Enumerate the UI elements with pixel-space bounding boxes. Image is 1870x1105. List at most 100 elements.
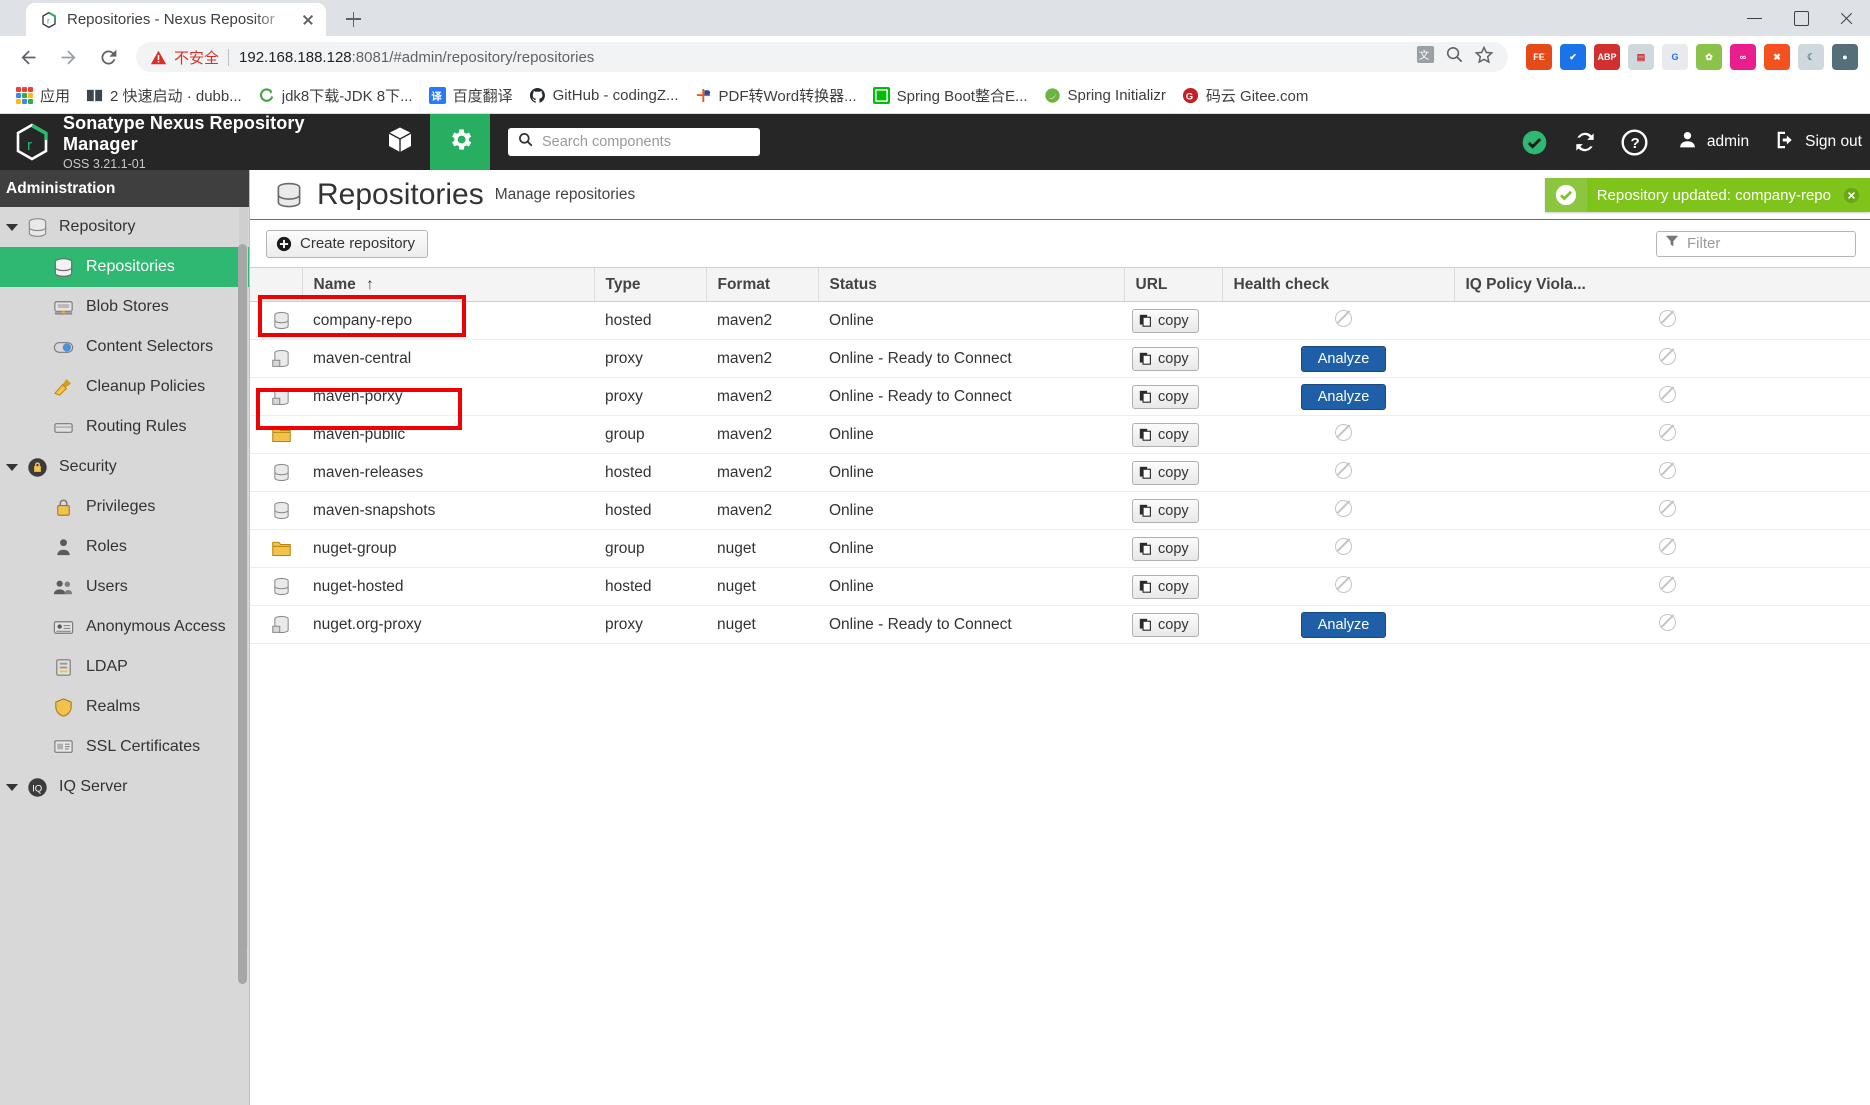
sidebar-item-content-selectors[interactable]: Content Selectors: [0, 327, 249, 367]
bookmark-springboot[interactable]: Spring Boot整合E...: [865, 81, 1036, 110]
copy-url-button[interactable]: copy: [1132, 460, 1199, 485]
repo-name[interactable]: maven-central: [302, 339, 594, 378]
browser-tab[interactable]: r Repositories - Nexus Repositor: [26, 3, 326, 36]
sidebar-group-iq-server[interactable]: IQ IQ Server: [0, 767, 249, 807]
user-menu[interactable]: admin: [1660, 114, 1757, 170]
repo-name[interactable]: maven-public: [302, 415, 594, 454]
colorful-ext-icon[interactable]: ✿: [1696, 44, 1722, 70]
copy-url-button[interactable]: copy: [1132, 498, 1199, 523]
google-translate-ext-icon[interactable]: G: [1662, 44, 1688, 70]
analyze-button[interactable]: Analyze: [1300, 345, 1387, 372]
browse-mode-button[interactable]: [370, 114, 430, 170]
bookmark-jdk8[interactable]: jdk8下载-JDK 8下...: [250, 81, 421, 110]
reload-icon[interactable]: [91, 40, 125, 74]
column-header-format[interactable]: Format: [706, 267, 819, 302]
sidebar-item-ldap[interactable]: LDAP: [0, 647, 249, 687]
sidebar-item-repositories[interactable]: Repositories: [0, 247, 249, 287]
table-row[interactable]: maven-central proxy maven2 Online - Read…: [250, 339, 1870, 378]
chevron-down-icon[interactable]: [6, 223, 18, 231]
table-row[interactable]: nuget-hosted hosted nuget Online copy: [250, 567, 1870, 606]
column-header-url[interactable]: URL: [1124, 267, 1223, 302]
copy-url-button[interactable]: copy: [1132, 422, 1199, 447]
sidebar-item-ssl-certificates[interactable]: SSL Certificates: [0, 727, 249, 767]
moon-ext-icon[interactable]: ☾: [1798, 44, 1824, 70]
sidebar-item-anonymous-access[interactable]: Anonymous Access: [0, 607, 249, 647]
fe-helper-ext-icon[interactable]: FE: [1526, 44, 1552, 70]
profile-avatar-icon[interactable]: ●: [1832, 44, 1858, 70]
close-icon[interactable]: [298, 10, 318, 30]
health-check-icon[interactable]: [1510, 114, 1560, 170]
repo-name[interactable]: nuget-hosted: [302, 567, 594, 606]
bookmark-dubbo[interactable]: 2 快速启动 · dubb...: [78, 81, 250, 110]
copy-url-button[interactable]: copy: [1132, 384, 1199, 409]
sidebar-scrollbar-thumb[interactable]: [238, 244, 247, 984]
filter-input[interactable]: Filter: [1656, 230, 1856, 257]
translate-icon[interactable]: 文: [1416, 45, 1435, 69]
red-ext-icon[interactable]: ▤: [1628, 44, 1654, 70]
sidebar-item-blob-stores[interactable]: Blob Stores: [0, 287, 249, 327]
column-header-status[interactable]: Status: [818, 267, 1125, 302]
repo-name[interactable]: company-repo: [302, 301, 594, 340]
create-repository-button[interactable]: Create repository: [266, 229, 429, 258]
signout-button[interactable]: Sign out: [1757, 114, 1870, 170]
analyze-button[interactable]: Analyze: [1300, 611, 1387, 638]
maximize-icon[interactable]: [1778, 0, 1824, 36]
sidebar-item-users[interactable]: Users: [0, 567, 249, 607]
table-row[interactable]: nuget-group group nuget Online copy: [250, 529, 1870, 568]
bookmark-github[interactable]: GitHub - codingZ...: [521, 83, 687, 108]
copy-url-button[interactable]: copy: [1132, 308, 1199, 333]
repo-name[interactable]: maven-releases: [302, 453, 594, 492]
bookmark-baidu-translate[interactable]: 译 百度翻译: [421, 81, 521, 110]
table-row[interactable]: maven-releases hosted maven2 Online copy: [250, 453, 1870, 492]
minimize-icon[interactable]: [1732, 0, 1778, 36]
copy-url-button[interactable]: copy: [1132, 612, 1199, 637]
close-icon[interactable]: [1843, 178, 1870, 212]
checkmark-ext-icon[interactable]: ✔: [1560, 44, 1586, 70]
sidebar-scrollbar-track[interactable]: [238, 207, 248, 984]
analyze-button[interactable]: Analyze: [1300, 383, 1387, 410]
copy-url-button[interactable]: copy: [1132, 346, 1199, 371]
zoom-icon[interactable]: [1445, 45, 1464, 69]
table-row[interactable]: nuget.org-proxy proxy nuget Online - Rea…: [250, 605, 1870, 644]
admin-mode-button[interactable]: [430, 114, 490, 170]
new-tab-button[interactable]: [338, 4, 368, 34]
bookmark-star-icon[interactable]: [1474, 45, 1494, 70]
column-header-type[interactable]: Type: [594, 267, 707, 302]
repo-name[interactable]: maven-snapshots: [302, 491, 594, 530]
sidebar-group-security[interactable]: Security: [0, 447, 249, 487]
bookmark-apps[interactable]: 应用: [8, 81, 78, 110]
column-header-iq-policy[interactable]: IQ Policy Viola...: [1454, 267, 1870, 302]
table-row[interactable]: maven-public group maven2 Online copy: [250, 415, 1870, 454]
sidebar-item-roles[interactable]: Roles: [0, 527, 249, 567]
sidebar-group-repository[interactable]: Repository: [0, 207, 249, 247]
table-row[interactable]: company-repo hosted maven2 Online copy: [250, 301, 1870, 340]
column-header-health-check[interactable]: Health check: [1222, 267, 1455, 302]
repo-name[interactable]: nuget.org-proxy: [302, 605, 594, 644]
bookmark-spring-initializr[interactable]: Spring Initializr: [1036, 83, 1174, 108]
sidebar-item-cleanup-policies[interactable]: Cleanup Policies: [0, 367, 249, 407]
sidebar-item-privileges[interactable]: Privileges: [0, 487, 249, 527]
abp-ext-icon[interactable]: ABP: [1594, 44, 1620, 70]
bookmark-gitee[interactable]: G 码云 Gitee.com: [1174, 81, 1317, 110]
refresh-icon[interactable]: [1560, 114, 1610, 170]
brand-area[interactable]: r Sonatype Nexus Repository Manager OSS …: [0, 113, 370, 171]
back-icon[interactable]: [11, 40, 45, 74]
repo-name[interactable]: maven-porxy: [302, 377, 594, 416]
table-row[interactable]: maven-porxy proxy maven2 Online - Ready …: [250, 377, 1870, 416]
chevron-down-icon[interactable]: [6, 463, 18, 471]
window-close-icon[interactable]: [1824, 0, 1870, 36]
table-row[interactable]: maven-snapshots hosted maven2 Online cop…: [250, 491, 1870, 530]
infinity-ext-icon[interactable]: ∞: [1730, 44, 1756, 70]
column-header-name[interactable]: Name ↑: [302, 267, 595, 302]
orange-x-ext-icon[interactable]: ✖: [1764, 44, 1790, 70]
sidebar-item-realms[interactable]: Realms: [0, 687, 249, 727]
repo-name[interactable]: nuget-group: [302, 529, 594, 568]
chevron-down-icon[interactable]: [6, 783, 18, 791]
copy-url-button[interactable]: copy: [1132, 536, 1199, 561]
bookmark-pdf-to-word[interactable]: PDF转Word转换器...: [687, 81, 865, 110]
address-bar[interactable]: 不安全 192.168.188.128:8081/#admin/reposito…: [136, 42, 1508, 72]
search-input[interactable]: Search components: [508, 128, 760, 156]
copy-url-button[interactable]: copy: [1132, 574, 1199, 599]
forward-icon[interactable]: [51, 40, 85, 74]
sidebar-item-routing-rules[interactable]: Routing Rules: [0, 407, 249, 447]
